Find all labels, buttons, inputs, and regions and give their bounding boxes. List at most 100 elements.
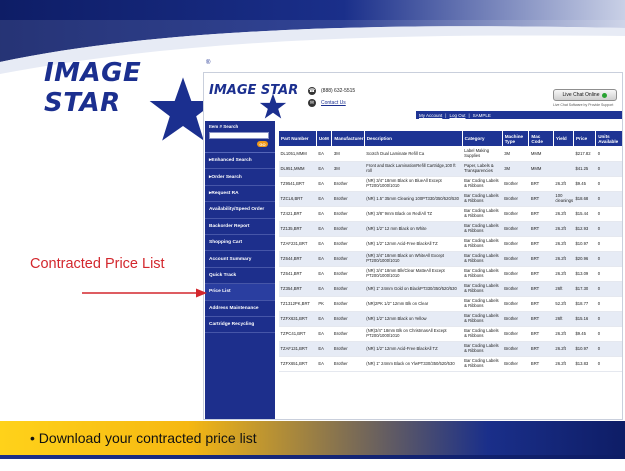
site-star-icon bbox=[259, 93, 287, 119]
sidebar-item-account-summary[interactable]: Account Summary bbox=[205, 251, 275, 268]
sidebar-item-availability-speed-order[interactable]: Availability/Speed Order bbox=[205, 202, 275, 219]
item-search-input[interactable] bbox=[209, 132, 269, 139]
table-row[interactable]: TZCL6,BRT EA Brother (NR) 1.5" 35mm Cleanin… bbox=[278, 191, 622, 207]
table-cell: Bar Coding Labels & Ribbons bbox=[462, 341, 503, 357]
column-header-units-available[interactable]: Units Available bbox=[595, 130, 622, 147]
table-cell: Paper, Labels & Transparencies bbox=[462, 161, 503, 177]
table-cell: Front and Back LaminationRefill Cartridg… bbox=[364, 161, 463, 177]
table-cell: EA bbox=[316, 191, 332, 207]
table-cell: $10.97 bbox=[573, 236, 596, 252]
column-header-part-number[interactable]: Part Number bbox=[278, 130, 317, 147]
my-account-link[interactable]: My Account bbox=[419, 113, 442, 118]
table-cell: 3M bbox=[331, 161, 365, 177]
live-chat-button[interactable]: Live Chat Online bbox=[553, 89, 617, 101]
account-bar-separator: | bbox=[468, 112, 470, 118]
table-cell: (NR) 3/4" 18mm Black on WhiteAll Except … bbox=[364, 251, 463, 267]
table-cell: Brother bbox=[502, 236, 529, 252]
table-row[interactable]: TZ1312PK,BRT PK Brother (NR)2PK 1/2" 12mm B… bbox=[278, 296, 622, 312]
table-row[interactable]: TZPC41,BRT EA Brother (NR)3/4" 18mm Blk on … bbox=[278, 326, 622, 342]
table-cell: 26ft bbox=[553, 311, 574, 327]
table-cell: $18.77 bbox=[573, 296, 596, 312]
footer-bullet-text: • Download your contracted price list bbox=[30, 430, 257, 446]
table-row[interactable]: TZFX651,BRT EA Brother (NR) 1" 24mm Black o… bbox=[278, 356, 622, 372]
table-cell: Brother bbox=[331, 266, 365, 282]
table-cell: TZ9541,BRT bbox=[278, 176, 317, 192]
table-cell: $20.96 bbox=[573, 251, 596, 267]
table-cell: EA bbox=[316, 146, 332, 162]
table-row[interactable]: TZ644,BRT EA Brother (NR) 3/4" 18mm Black o… bbox=[278, 251, 622, 267]
table-cell: Bar Coding Labels & Ribbons bbox=[462, 191, 503, 207]
table-body: DL1051,MMM EA 3M Scotch Dual Laminate Refil… bbox=[278, 146, 622, 372]
table-row[interactable]: TZ641,BRT EA Brother (NR) 3/4" 18mm Blk/Cle… bbox=[278, 266, 622, 282]
table-cell: BRT bbox=[528, 281, 554, 297]
logo-trademark: ® bbox=[206, 60, 211, 66]
table-cell: TZ641,BRT bbox=[278, 266, 317, 282]
table-row[interactable]: TZ135,BRT EA Brother (NR) 1/2" 12 mm Black … bbox=[278, 221, 622, 237]
table-cell: 26.2ft bbox=[553, 251, 574, 267]
table-row[interactable]: TZ9541,BRT EA Brother (NR) 3/4" 18mm Black … bbox=[278, 176, 622, 192]
table-cell: Brother bbox=[502, 191, 529, 207]
sidebar-item-quick-track[interactable]: Quick Track bbox=[205, 268, 275, 285]
sidebar-item-backorder-report[interactable]: Backorder Report bbox=[205, 219, 275, 235]
table-cell: BRT bbox=[528, 191, 554, 207]
table-cell: EA bbox=[316, 266, 332, 282]
site-logo[interactable]: IMAGE STAR bbox=[209, 81, 299, 119]
log-out-link[interactable]: Log Out bbox=[449, 113, 465, 118]
column-header-machine-type[interactable]: Machine Type bbox=[501, 130, 530, 147]
table-cell: Brother bbox=[331, 251, 365, 267]
column-header-price[interactable]: Price bbox=[572, 130, 597, 147]
table-row[interactable]: TZ354,BRT EA Brother (NR) 1" 24mm Gold on B… bbox=[278, 281, 622, 297]
sidebar-item-label: Shopping Cart bbox=[209, 240, 243, 246]
go-button[interactable]: GO bbox=[257, 141, 268, 147]
table-row[interactable]: TZAF231,BRT EA Brother (NR) 1/2" 12mm Acid-… bbox=[278, 236, 622, 252]
table-cell: DL1051,MMM bbox=[278, 146, 317, 162]
phone-number: (888) 632-5515 bbox=[321, 88, 356, 94]
table-cell: BRT bbox=[528, 176, 554, 192]
table-cell: (NR) 1.5" 35mm Cleaning 100PT330/350/520… bbox=[364, 191, 463, 207]
table-cell: $18.68 bbox=[573, 191, 596, 207]
contact-us-link[interactable]: Contact Us bbox=[321, 100, 346, 106]
table-cell: Bar Coding Labels & Ribbons bbox=[462, 281, 503, 297]
sidebar-item-request-ra[interactable]: ▸ Request RA bbox=[205, 186, 275, 203]
table-row[interactable]: TZAF131,BRT EA Brother (NR) 1/2" 12mm Acid-… bbox=[278, 341, 622, 357]
account-bar: My Account | Log Out | SAMPLE bbox=[416, 111, 622, 119]
sidebar-item-order-search[interactable]: ▸ Order Search bbox=[205, 169, 275, 186]
table-row[interactable]: DL951,MMM EA 3M Front and Back LaminationRe… bbox=[278, 161, 622, 177]
table-cell: TZCL6,BRT bbox=[278, 191, 317, 207]
sidebar-item-label: Price List bbox=[209, 289, 231, 295]
sidebar-item-enhanced-search[interactable]: ▸ Enhanced Search bbox=[205, 153, 275, 170]
table-cell: 0 bbox=[595, 296, 622, 312]
column-header-manufacturer[interactable]: Manufacturer bbox=[331, 130, 365, 147]
column-header-description[interactable]: Description bbox=[363, 130, 463, 147]
table-cell: $10.97 bbox=[573, 341, 596, 357]
table-cell: (NR) 1" 24mm Black on YlwPT330/350/520/5… bbox=[364, 356, 463, 372]
slide: IMAGE STAR ® IMAGE STAR ☎ (888) 632-5515… bbox=[0, 0, 625, 471]
table-row[interactable]: DL1051,MMM EA 3M Scotch Dual Laminate Refil… bbox=[278, 146, 622, 162]
table-cell: 26.2ft bbox=[553, 356, 574, 372]
table-cell: Bar Coding Labels & Ribbons bbox=[462, 326, 503, 342]
sidebar-item-label: Quick Track bbox=[209, 272, 237, 278]
table-cell: 26.2ft bbox=[553, 236, 574, 252]
table-cell: (NR) 3/8" 9mm Black on Red/All TZ bbox=[364, 206, 463, 222]
table-row[interactable]: TZ421,BRT EA Brother (NR) 3/8" 9mm Black on… bbox=[278, 206, 622, 222]
table-cell: BRT bbox=[528, 326, 554, 342]
table-cell: $15.44 bbox=[573, 206, 596, 222]
column-header-mac-code[interactable]: Mac Code bbox=[528, 130, 554, 147]
sidebar-item-price-list[interactable]: Price List bbox=[205, 284, 275, 301]
table-cell: Brother bbox=[331, 191, 365, 207]
sidebar-item-shopping-cart[interactable]: Shopping Cart bbox=[205, 235, 275, 252]
sidebar-item-address-maintenance[interactable]: Address Maintenance bbox=[205, 301, 275, 317]
table-cell: $217.82 bbox=[573, 146, 596, 162]
phone-icon: ☎ bbox=[308, 87, 316, 95]
table-cell: DL951,MMM bbox=[278, 161, 317, 177]
table-cell: EA bbox=[316, 341, 332, 357]
table-row[interactable]: TZFX631,BRT EA Brother (NR) 1/2" 12mm Black… bbox=[278, 311, 622, 327]
sidebar-item-cartridge-recycling[interactable]: Cartridge Recycling bbox=[205, 317, 275, 334]
column-header-yield[interactable]: Yield bbox=[552, 130, 574, 147]
table-cell: (NR) 3/4" 18mm Blk/Clear MatteAll Except… bbox=[364, 266, 463, 282]
column-header-category[interactable]: Category bbox=[461, 130, 503, 147]
footer-band bbox=[0, 455, 625, 459]
column-header-uom[interactable]: UoM bbox=[315, 130, 333, 147]
table-cell: $9.45 bbox=[573, 326, 596, 342]
table-cell bbox=[553, 146, 574, 162]
